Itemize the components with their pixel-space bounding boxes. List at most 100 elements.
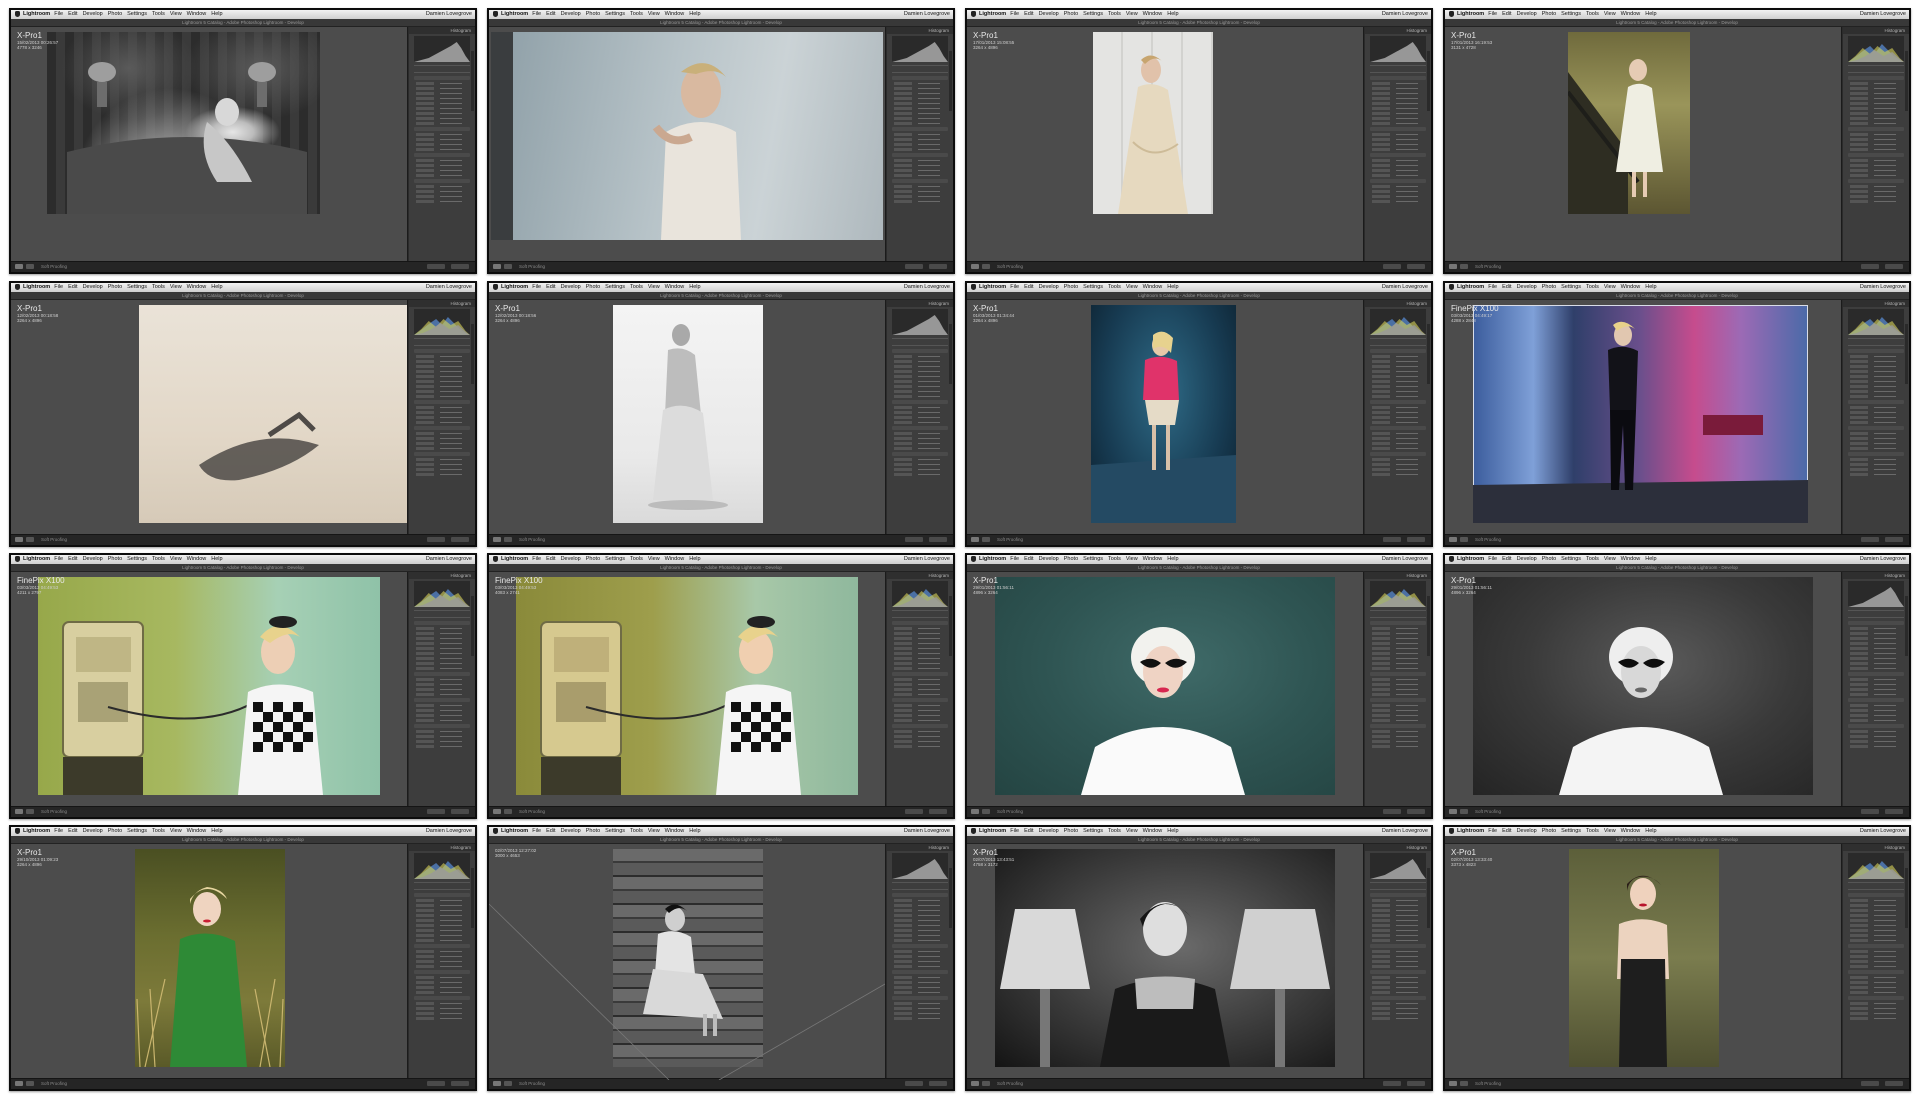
reset-button[interactable]	[1407, 809, 1425, 814]
panel-section-header[interactable]	[1370, 944, 1426, 948]
adjustment-slider[interactable]	[894, 960, 946, 963]
histogram[interactable]	[1848, 36, 1904, 62]
adjustment-slider[interactable]	[894, 458, 946, 461]
panel-section-header[interactable]	[1370, 76, 1426, 80]
reset-button[interactable]	[1407, 264, 1425, 269]
panel-section-header[interactable]	[1848, 400, 1904, 404]
apple-icon[interactable]	[971, 283, 976, 290]
menu-item[interactable]: Tools	[1586, 556, 1599, 562]
menu-item[interactable]: Edit	[68, 556, 77, 562]
adjustment-slider[interactable]	[1372, 667, 1424, 670]
panel-section-header[interactable]	[414, 349, 470, 353]
histogram-header[interactable]: Histogram	[1843, 844, 1909, 851]
tool-strip[interactable]	[414, 610, 470, 618]
apple-icon[interactable]	[493, 555, 498, 562]
develop-panel[interactable]: Histogram	[1364, 572, 1431, 807]
adjustment-slider[interactable]	[1850, 432, 1902, 435]
adjustment-slider[interactable]	[1372, 133, 1424, 136]
histogram[interactable]	[892, 853, 948, 879]
adjustment-slider[interactable]	[1850, 960, 1902, 963]
adjustment-slider[interactable]	[1850, 647, 1902, 650]
menu-item[interactable]: Tools	[1108, 11, 1121, 17]
menu-item[interactable]: Settings	[1561, 556, 1581, 562]
panel-section-header[interactable]	[1370, 724, 1426, 728]
adjustment-slider[interactable]	[894, 678, 946, 681]
histogram[interactable]	[414, 581, 470, 607]
adjustment-slider[interactable]	[416, 914, 468, 917]
adjustment-slider[interactable]	[416, 169, 468, 172]
loupe-view-button[interactable]	[971, 537, 979, 542]
develop-stage[interactable]: FinePix X100 03/03/2013 04:49:53 4083 x 27…	[489, 572, 885, 807]
reset-button[interactable]	[451, 264, 469, 269]
menubar-user[interactable]: Damien Lovegrove	[1382, 827, 1428, 836]
menu-item[interactable]: Photo	[586, 11, 600, 17]
menu-item[interactable]: Help	[1167, 556, 1178, 562]
adjustment-slider[interactable]	[416, 693, 468, 696]
menu-item[interactable]: Window	[665, 828, 685, 834]
adjustment-slider[interactable]	[1372, 200, 1424, 203]
adjustment-slider[interactable]	[894, 693, 946, 696]
adjustment-slider[interactable]	[1372, 981, 1424, 984]
adjustment-slider[interactable]	[1372, 642, 1424, 645]
adjustment-slider[interactable]	[416, 955, 468, 958]
adjustment-slider[interactable]	[894, 950, 946, 953]
menu-item[interactable]: Develop	[561, 828, 581, 834]
menu-item[interactable]: File	[532, 556, 541, 562]
app-menu[interactable]: Lightroom	[979, 556, 1006, 562]
develop-panel[interactable]: Histogram	[1842, 844, 1909, 1079]
loupe-view-button[interactable]	[493, 537, 501, 542]
menu-item[interactable]: Settings	[127, 11, 147, 17]
menu-item[interactable]: Help	[1645, 556, 1656, 562]
adjustment-slider[interactable]	[894, 991, 946, 994]
develop-panel[interactable]: Histogram	[886, 27, 953, 262]
menu-item[interactable]: Settings	[605, 284, 625, 290]
histogram[interactable]	[414, 853, 470, 879]
adjustment-slider[interactable]	[416, 92, 468, 95]
adjustment-slider[interactable]	[1372, 122, 1424, 125]
menu-item[interactable]: Develop	[1517, 828, 1537, 834]
adjustment-slider[interactable]	[1372, 82, 1424, 85]
adjustment-slider[interactable]	[416, 1017, 468, 1020]
screenshot-tile[interactable]: FinePix X100 03/03/2013 04:49:53 4083 x 27…	[487, 553, 955, 819]
menu-item[interactable]: Tools	[630, 11, 643, 17]
adjustment-slider[interactable]	[416, 934, 468, 937]
menubar-user[interactable]: Damien Lovegrove	[904, 555, 950, 564]
develop-panel[interactable]: Histogram	[408, 572, 475, 807]
histogram[interactable]	[1370, 309, 1426, 335]
adjustment-slider[interactable]	[416, 919, 468, 922]
adjustment-slider[interactable]	[894, 406, 946, 409]
develop-panel[interactable]: Histogram	[408, 844, 475, 1079]
adjustment-slider[interactable]	[894, 169, 946, 172]
adjustment-slider[interactable]	[894, 107, 946, 110]
adjustment-slider[interactable]	[894, 473, 946, 476]
adjustment-slider[interactable]	[416, 416, 468, 419]
adjustment-slider[interactable]	[1850, 174, 1902, 177]
panel-section-header[interactable]	[1370, 349, 1426, 353]
previous-button[interactable]	[427, 1081, 445, 1086]
reset-button[interactable]	[451, 537, 469, 542]
adjustment-slider[interactable]	[1850, 904, 1902, 907]
adjustment-slider[interactable]	[894, 1007, 946, 1010]
develop-stage[interactable]: X-Pro1 02/07/2013 13:33:40 3373 x 4823	[1445, 844, 1841, 1079]
loupe-view-button[interactable]	[15, 809, 23, 814]
adjustment-slider[interactable]	[894, 102, 946, 105]
histogram-header[interactable]: Histogram	[887, 572, 953, 579]
panel-section-header[interactable]	[414, 698, 470, 702]
adjustment-slider[interactable]	[1372, 411, 1424, 414]
soft-proofing-toggle[interactable]: Soft Proofing	[997, 1081, 1023, 1086]
adjustment-slider[interactable]	[1372, 416, 1424, 419]
app-menu[interactable]: Lightroom	[23, 11, 50, 17]
adjustment-slider[interactable]	[1850, 955, 1902, 958]
menu-item[interactable]: Edit	[1024, 284, 1033, 290]
histogram[interactable]	[1848, 853, 1904, 879]
screenshot-tile[interactable]: X-Pro1 12/02/2013 00:18:56 3264 x 4896 Lig…	[487, 281, 955, 547]
soft-proofing-toggle[interactable]: Soft Proofing	[1475, 1081, 1501, 1086]
develop-stage[interactable]: X-Pro1 17/01/2013 16:19:53 3131 x 4728	[1445, 27, 1841, 262]
previous-button[interactable]	[905, 1081, 923, 1086]
adjustment-slider[interactable]	[416, 159, 468, 162]
panel-scrollbar[interactable]	[471, 596, 474, 656]
panel-section-header[interactable]	[1848, 944, 1904, 948]
panel-section-header[interactable]	[1370, 996, 1426, 1000]
reset-button[interactable]	[929, 264, 947, 269]
apple-icon[interactable]	[971, 555, 976, 562]
